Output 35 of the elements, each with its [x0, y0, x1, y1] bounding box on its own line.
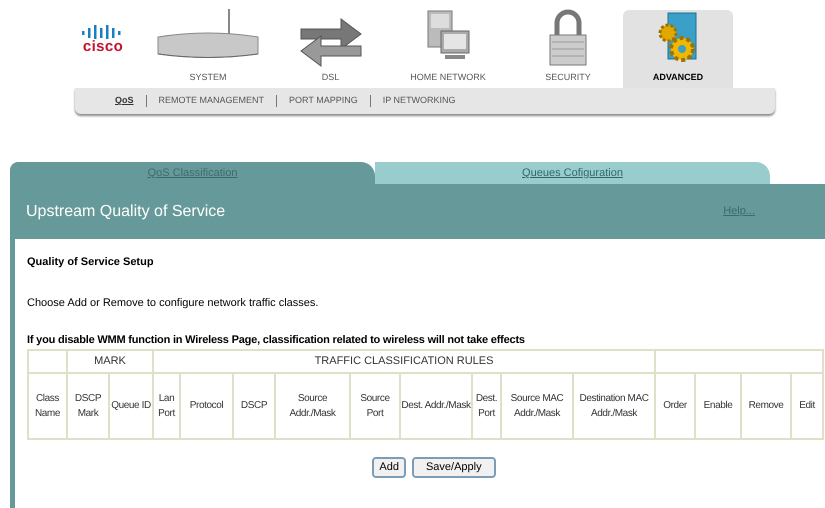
tab[interactable]: Queues Cofiguration — [375, 162, 770, 184]
column-header: Edit — [791, 372, 824, 438]
nav-tab[interactable]: SECURITY — [513, 10, 623, 88]
column-header: Source Port — [350, 372, 400, 438]
nav-tab[interactable]: ADVANCED — [623, 10, 733, 88]
nav-tab[interactable]: DSL — [278, 10, 383, 88]
subnav-link[interactable]: REMOTE MANAGEMENT — [158, 94, 264, 108]
warning-text: If you disable WMM function in Wireless Page, classification related to wireless will not take effects — [27, 333, 526, 348]
subnav-link[interactable]: QoS — [115, 94, 134, 108]
nav-tab[interactable]: HOME NETWORK — [383, 10, 513, 88]
column-header: Lan Port — [153, 372, 180, 438]
intro-text: Choose Add or Remove to configure network traffic classes. — [27, 296, 320, 310]
subnav-link[interactable]: PORT MAPPING — [289, 94, 358, 108]
column-header: Dest. Addr./Mask — [400, 372, 472, 438]
column-header: Source MAC Addr./Mask — [501, 372, 573, 438]
column-header: Protocol — [180, 372, 233, 438]
subnav-link[interactable]: IP NETWORKING — [382, 94, 456, 108]
nav-tab[interactable]: SYSTEM — [138, 10, 278, 88]
column-header: Source Addr./Mask — [275, 372, 350, 438]
column-header: Destination MAC Addr./Mask — [573, 372, 656, 438]
action-button[interactable]: Add — [372, 456, 406, 478]
group-header: MARK — [67, 350, 153, 372]
column-header: DSCP — [233, 372, 275, 438]
group-header: TRAFFIC CLASSIFICATION RULES — [153, 350, 656, 372]
action-button[interactable]: Save/Apply — [412, 456, 496, 478]
column-header: Class Name — [28, 372, 67, 438]
section-heading: Quality of Service Setup — [27, 255, 155, 270]
column-header: Order — [655, 372, 696, 438]
panel-title: Upstream Quality of Service — [26, 202, 226, 222]
column-header: Queue ID — [109, 372, 153, 438]
column-header: DSCP Mark — [67, 372, 109, 438]
logo-text: cisco — [82, 39, 124, 54]
column-header: Enable — [695, 372, 742, 438]
column-header: Remove — [741, 372, 792, 438]
column-header: Dest. Port — [472, 372, 501, 438]
